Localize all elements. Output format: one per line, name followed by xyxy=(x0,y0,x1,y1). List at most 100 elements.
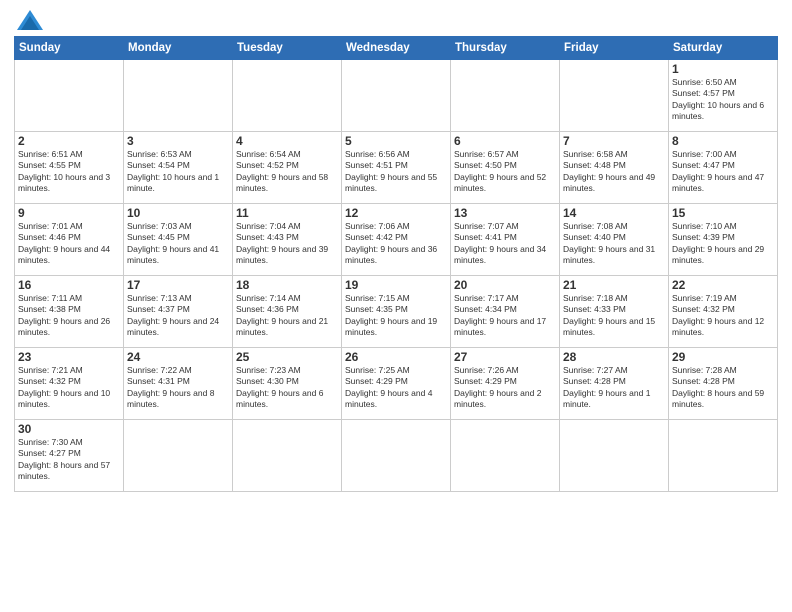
day-number: 4 xyxy=(236,134,338,148)
calendar-cell xyxy=(342,60,451,132)
calendar-cell xyxy=(451,60,560,132)
calendar-cell: 2Sunrise: 6:51 AMSunset: 4:55 PMDaylight… xyxy=(15,132,124,204)
day-info: Sunrise: 7:22 AMSunset: 4:31 PMDaylight:… xyxy=(127,365,229,411)
day-number: 28 xyxy=(563,350,665,364)
day-info: Sunrise: 7:17 AMSunset: 4:34 PMDaylight:… xyxy=(454,293,556,339)
calendar-cell: 29Sunrise: 7:28 AMSunset: 4:28 PMDayligh… xyxy=(669,348,778,420)
day-info: Sunrise: 7:18 AMSunset: 4:33 PMDaylight:… xyxy=(563,293,665,339)
calendar-table: SundayMondayTuesdayWednesdayThursdayFrid… xyxy=(14,36,778,492)
day-info: Sunrise: 7:23 AMSunset: 4:30 PMDaylight:… xyxy=(236,365,338,411)
weekday-header: Monday xyxy=(124,37,233,60)
day-info: Sunrise: 7:07 AMSunset: 4:41 PMDaylight:… xyxy=(454,221,556,267)
day-info: Sunrise: 7:10 AMSunset: 4:39 PMDaylight:… xyxy=(672,221,774,267)
day-number: 10 xyxy=(127,206,229,220)
day-number: 23 xyxy=(18,350,120,364)
calendar-cell xyxy=(451,420,560,492)
calendar-cell xyxy=(560,60,669,132)
day-number: 22 xyxy=(672,278,774,292)
calendar-week-row: 1Sunrise: 6:50 AMSunset: 4:57 PMDaylight… xyxy=(15,60,778,132)
day-info: Sunrise: 7:27 AMSunset: 4:28 PMDaylight:… xyxy=(563,365,665,411)
calendar-cell: 22Sunrise: 7:19 AMSunset: 4:32 PMDayligh… xyxy=(669,276,778,348)
weekday-header: Friday xyxy=(560,37,669,60)
calendar-cell: 30Sunrise: 7:30 AMSunset: 4:27 PMDayligh… xyxy=(15,420,124,492)
day-info: Sunrise: 6:56 AMSunset: 4:51 PMDaylight:… xyxy=(345,149,447,195)
calendar-cell: 16Sunrise: 7:11 AMSunset: 4:38 PMDayligh… xyxy=(15,276,124,348)
day-info: Sunrise: 6:53 AMSunset: 4:54 PMDaylight:… xyxy=(127,149,229,195)
day-number: 29 xyxy=(672,350,774,364)
page-header xyxy=(14,10,778,30)
calendar-cell xyxy=(15,60,124,132)
calendar-cell: 3Sunrise: 6:53 AMSunset: 4:54 PMDaylight… xyxy=(124,132,233,204)
calendar-cell: 14Sunrise: 7:08 AMSunset: 4:40 PMDayligh… xyxy=(560,204,669,276)
calendar-cell: 20Sunrise: 7:17 AMSunset: 4:34 PMDayligh… xyxy=(451,276,560,348)
calendar-cell: 13Sunrise: 7:07 AMSunset: 4:41 PMDayligh… xyxy=(451,204,560,276)
day-info: Sunrise: 7:13 AMSunset: 4:37 PMDaylight:… xyxy=(127,293,229,339)
calendar-cell: 10Sunrise: 7:03 AMSunset: 4:45 PMDayligh… xyxy=(124,204,233,276)
day-number: 11 xyxy=(236,206,338,220)
day-info: Sunrise: 6:58 AMSunset: 4:48 PMDaylight:… xyxy=(563,149,665,195)
calendar-cell: 27Sunrise: 7:26 AMSunset: 4:29 PMDayligh… xyxy=(451,348,560,420)
weekday-header: Wednesday xyxy=(342,37,451,60)
calendar-week-row: 2Sunrise: 6:51 AMSunset: 4:55 PMDaylight… xyxy=(15,132,778,204)
calendar-week-row: 30Sunrise: 7:30 AMSunset: 4:27 PMDayligh… xyxy=(15,420,778,492)
day-number: 7 xyxy=(563,134,665,148)
calendar-header-row: SundayMondayTuesdayWednesdayThursdayFrid… xyxy=(15,37,778,60)
weekday-header: Tuesday xyxy=(233,37,342,60)
calendar-cell xyxy=(124,420,233,492)
calendar-week-row: 9Sunrise: 7:01 AMSunset: 4:46 PMDaylight… xyxy=(15,204,778,276)
logo-wordmark xyxy=(14,10,45,30)
day-number: 25 xyxy=(236,350,338,364)
day-info: Sunrise: 6:57 AMSunset: 4:50 PMDaylight:… xyxy=(454,149,556,195)
calendar-week-row: 16Sunrise: 7:11 AMSunset: 4:38 PMDayligh… xyxy=(15,276,778,348)
calendar-cell xyxy=(233,420,342,492)
day-info: Sunrise: 6:50 AMSunset: 4:57 PMDaylight:… xyxy=(672,77,774,123)
calendar-cell: 5Sunrise: 6:56 AMSunset: 4:51 PMDaylight… xyxy=(342,132,451,204)
day-number: 20 xyxy=(454,278,556,292)
day-info: Sunrise: 7:11 AMSunset: 4:38 PMDaylight:… xyxy=(18,293,120,339)
day-info: Sunrise: 7:00 AMSunset: 4:47 PMDaylight:… xyxy=(672,149,774,195)
day-number: 27 xyxy=(454,350,556,364)
day-number: 18 xyxy=(236,278,338,292)
calendar-cell xyxy=(124,60,233,132)
day-info: Sunrise: 7:30 AMSunset: 4:27 PMDaylight:… xyxy=(18,437,120,483)
logo xyxy=(14,10,45,30)
calendar-cell xyxy=(233,60,342,132)
day-number: 21 xyxy=(563,278,665,292)
day-number: 30 xyxy=(18,422,120,436)
day-info: Sunrise: 7:28 AMSunset: 4:28 PMDaylight:… xyxy=(672,365,774,411)
day-info: Sunrise: 7:03 AMSunset: 4:45 PMDaylight:… xyxy=(127,221,229,267)
day-number: 8 xyxy=(672,134,774,148)
day-info: Sunrise: 7:08 AMSunset: 4:40 PMDaylight:… xyxy=(563,221,665,267)
calendar-week-row: 23Sunrise: 7:21 AMSunset: 4:32 PMDayligh… xyxy=(15,348,778,420)
day-number: 15 xyxy=(672,206,774,220)
calendar-cell: 28Sunrise: 7:27 AMSunset: 4:28 PMDayligh… xyxy=(560,348,669,420)
calendar-cell: 25Sunrise: 7:23 AMSunset: 4:30 PMDayligh… xyxy=(233,348,342,420)
day-number: 14 xyxy=(563,206,665,220)
day-info: Sunrise: 7:15 AMSunset: 4:35 PMDaylight:… xyxy=(345,293,447,339)
day-number: 6 xyxy=(454,134,556,148)
day-info: Sunrise: 7:25 AMSunset: 4:29 PMDaylight:… xyxy=(345,365,447,411)
day-info: Sunrise: 7:06 AMSunset: 4:42 PMDaylight:… xyxy=(345,221,447,267)
day-info: Sunrise: 7:14 AMSunset: 4:36 PMDaylight:… xyxy=(236,293,338,339)
day-info: Sunrise: 6:54 AMSunset: 4:52 PMDaylight:… xyxy=(236,149,338,195)
calendar-cell: 9Sunrise: 7:01 AMSunset: 4:46 PMDaylight… xyxy=(15,204,124,276)
day-info: Sunrise: 7:19 AMSunset: 4:32 PMDaylight:… xyxy=(672,293,774,339)
calendar-cell: 15Sunrise: 7:10 AMSunset: 4:39 PMDayligh… xyxy=(669,204,778,276)
day-info: Sunrise: 6:51 AMSunset: 4:55 PMDaylight:… xyxy=(18,149,120,195)
calendar-cell: 8Sunrise: 7:00 AMSunset: 4:47 PMDaylight… xyxy=(669,132,778,204)
day-number: 24 xyxy=(127,350,229,364)
day-number: 16 xyxy=(18,278,120,292)
day-number: 26 xyxy=(345,350,447,364)
logo-icon xyxy=(15,8,45,34)
calendar-cell: 26Sunrise: 7:25 AMSunset: 4:29 PMDayligh… xyxy=(342,348,451,420)
day-info: Sunrise: 7:01 AMSunset: 4:46 PMDaylight:… xyxy=(18,221,120,267)
calendar-cell: 24Sunrise: 7:22 AMSunset: 4:31 PMDayligh… xyxy=(124,348,233,420)
weekday-header: Thursday xyxy=(451,37,560,60)
day-number: 5 xyxy=(345,134,447,148)
calendar-cell: 7Sunrise: 6:58 AMSunset: 4:48 PMDaylight… xyxy=(560,132,669,204)
day-number: 17 xyxy=(127,278,229,292)
calendar-cell: 18Sunrise: 7:14 AMSunset: 4:36 PMDayligh… xyxy=(233,276,342,348)
calendar-cell: 11Sunrise: 7:04 AMSunset: 4:43 PMDayligh… xyxy=(233,204,342,276)
day-number: 12 xyxy=(345,206,447,220)
day-info: Sunrise: 7:04 AMSunset: 4:43 PMDaylight:… xyxy=(236,221,338,267)
